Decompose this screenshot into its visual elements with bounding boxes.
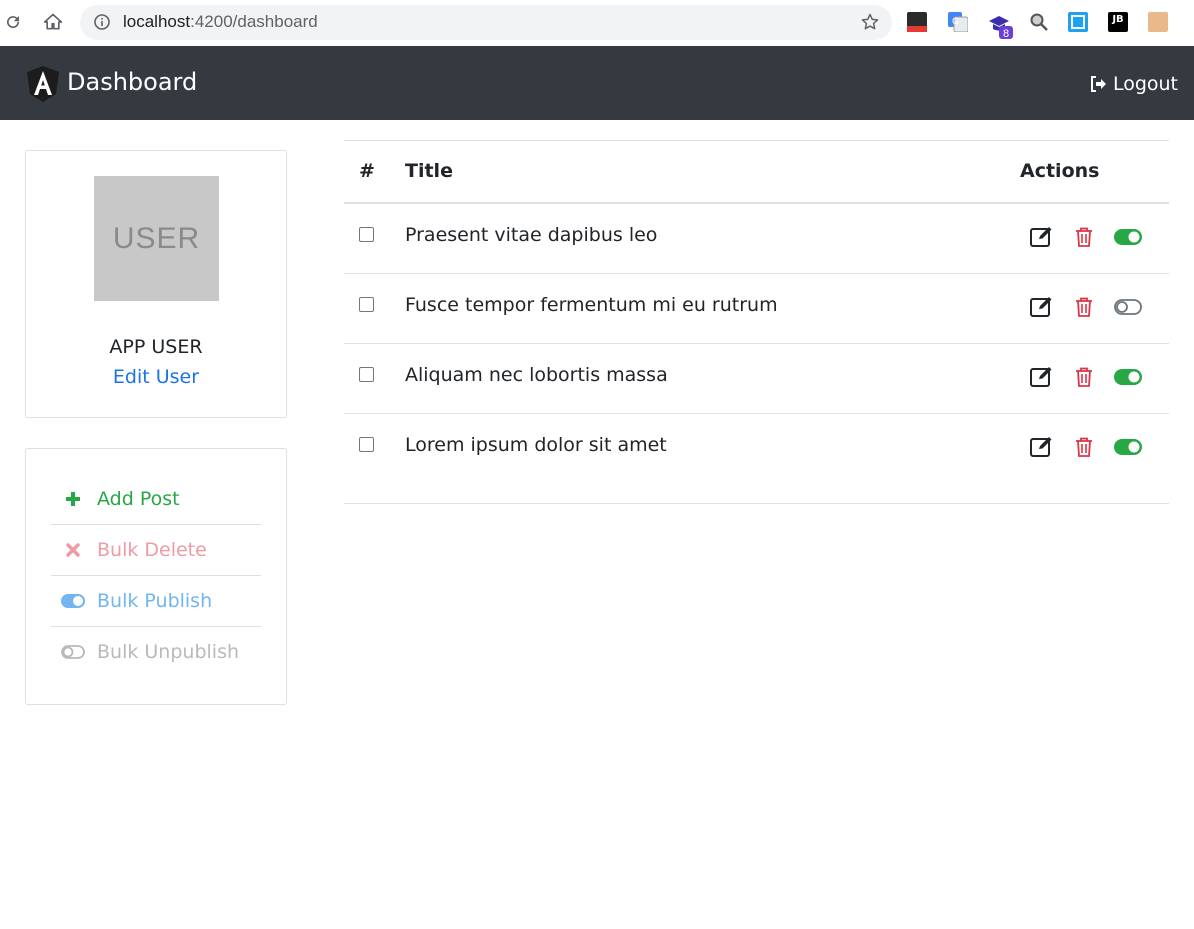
table-row: Fusce tempor fermentum mi eu rutrum <box>344 274 1169 344</box>
times-icon <box>61 540 85 560</box>
user-card: USER APP USER Edit User <box>25 150 287 418</box>
svg-text:G: G <box>952 16 959 26</box>
trash-icon[interactable] <box>1072 366 1096 388</box>
publish-toggle-icon[interactable] <box>1113 366 1143 388</box>
avatar: USER <box>94 176 219 301</box>
table-row: Praesent vitae dapibus leo <box>344 204 1169 274</box>
edit-icon[interactable] <box>1030 226 1054 248</box>
info-icon[interactable] <box>94 14 110 30</box>
reload-icon[interactable] <box>2 11 24 33</box>
unpublish-toggle-icon[interactable] <box>1113 296 1143 318</box>
logout-button[interactable]: Logout <box>1090 73 1178 95</box>
trash-icon[interactable] <box>1072 296 1096 318</box>
toggle-on-icon <box>61 591 85 611</box>
user-name: APP USER <box>109 336 203 358</box>
sign-out-icon <box>1090 76 1106 92</box>
row-checkbox[interactable] <box>359 367 374 382</box>
add-post-label: Add Post <box>97 488 180 510</box>
row-checkbox[interactable] <box>359 227 374 242</box>
trash-icon[interactable] <box>1072 226 1096 248</box>
table-row: Lorem ipsum dolor sit amet <box>344 414 1169 483</box>
bulk-unpublish-label: Bulk Unpublish <box>97 641 240 663</box>
post-title: Lorem ipsum dolor sit amet <box>405 434 667 456</box>
extension-icon[interactable] <box>907 12 927 32</box>
bulk-delete-label: Bulk Delete <box>97 539 207 561</box>
row-checkbox[interactable] <box>359 437 374 452</box>
add-post-button[interactable]: Add Post <box>51 474 261 525</box>
bulk-publish-button[interactable]: Bulk Publish <box>51 576 261 627</box>
bulk-unpublish-button[interactable]: Bulk Unpublish <box>51 627 261 677</box>
edit-icon[interactable] <box>1030 366 1054 388</box>
header-title: Title <box>405 160 453 182</box>
svg-text:8: 8 <box>1003 28 1009 40</box>
translate-extension-icon[interactable]: G <box>948 12 969 33</box>
avatar-text: USER <box>112 221 201 255</box>
trash-icon[interactable] <box>1072 436 1096 458</box>
bulk-delete-button[interactable]: Bulk Delete <box>51 525 261 576</box>
posts-table: # Title Actions Praesent vitae dapibus l… <box>344 140 1169 504</box>
post-title: Aliquam nec lobortis massa <box>405 364 668 386</box>
bulk-actions-card: Add Post Bulk Delete Bulk Publish Bulk U… <box>25 448 287 705</box>
logout-label: Logout <box>1112 73 1178 95</box>
plus-icon <box>61 489 85 509</box>
post-title: Praesent vitae dapibus leo <box>405 224 658 246</box>
graduation-extension-icon[interactable]: 8 <box>987 12 1013 40</box>
publish-toggle-icon[interactable] <box>1113 226 1143 248</box>
post-title: Fusce tempor fermentum mi eu rutrum <box>405 294 778 316</box>
home-icon[interactable] <box>42 11 64 33</box>
avatar-extension-icon[interactable] <box>1148 12 1168 32</box>
header-number: # <box>359 160 375 182</box>
address-bar[interactable]: localhost:4200/dashboard <box>80 5 892 40</box>
toggle-off-icon <box>61 642 85 662</box>
app-navbar: Dashboard Logout <box>0 46 1194 120</box>
header-actions: Actions <box>1020 160 1100 182</box>
url-text: localhost:4200/dashboard <box>123 12 318 31</box>
edit-icon[interactable] <box>1030 436 1054 458</box>
edit-user-link[interactable]: Edit User <box>26 366 286 388</box>
publish-toggle-icon[interactable] <box>1113 436 1143 458</box>
row-checkbox[interactable] <box>359 297 374 312</box>
jetbrains-extension-icon[interactable]: JB <box>1108 12 1128 32</box>
edit-icon[interactable] <box>1030 296 1054 318</box>
table-header: # Title Actions <box>344 141 1169 204</box>
search-extension-icon[interactable] <box>1029 12 1049 32</box>
browser-toolbar: localhost:4200/dashboard G 8 JB <box>0 0 1194 47</box>
bulk-publish-label: Bulk Publish <box>97 590 213 612</box>
window-extension-icon[interactable] <box>1068 12 1088 32</box>
brand-title[interactable]: Dashboard <box>67 68 197 96</box>
table-row: Aliquam nec lobortis massa <box>344 344 1169 414</box>
angular-logo-icon <box>27 66 59 102</box>
bookmark-star-icon[interactable] <box>860 12 880 32</box>
